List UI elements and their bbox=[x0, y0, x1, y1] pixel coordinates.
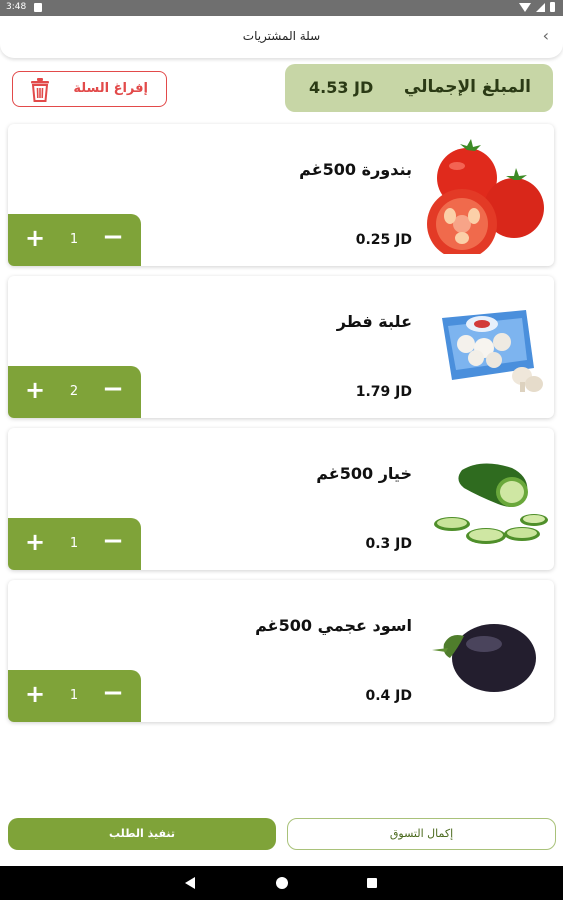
item-quantity: 1 bbox=[69, 536, 79, 551]
nav-home-icon[interactable] bbox=[276, 877, 288, 889]
empty-cart-label: إفراغ السلة bbox=[73, 81, 148, 96]
system-icons bbox=[519, 2, 555, 12]
empty-cart-button[interactable]: إفراغ السلة bbox=[12, 71, 167, 107]
continue-shopping-button[interactable]: إكمال التسوق bbox=[287, 818, 556, 850]
wifi-icon bbox=[519, 2, 531, 12]
signal-icon bbox=[536, 2, 545, 12]
trash-icon bbox=[31, 78, 49, 102]
quantity-stepper: + 1 − bbox=[8, 214, 141, 266]
tomato-image bbox=[427, 139, 544, 254]
app-header: سلة المشتريات ‹ bbox=[0, 16, 563, 58]
checkout-button[interactable]: تنفيذ الطلب bbox=[8, 818, 276, 850]
cart-item: علبة فطر 1.79 JD + 2 − bbox=[8, 276, 554, 418]
increase-qty-button[interactable]: + bbox=[22, 680, 48, 708]
increase-qty-button[interactable]: + bbox=[22, 224, 48, 252]
item-price: 1.79 JD bbox=[355, 384, 412, 400]
page-title: سلة المشتريات bbox=[242, 29, 321, 43]
cart-item: خيار 500غم 0.3 JD + 1 − bbox=[8, 428, 554, 570]
item-price: 0.3 JD bbox=[365, 536, 412, 552]
nav-recents-icon[interactable] bbox=[367, 878, 377, 888]
total-value: 4.53 JD bbox=[309, 78, 374, 97]
cart-item: بندورة 500غم 0.25 JD + 1 − bbox=[8, 124, 554, 266]
quantity-stepper: + 1 − bbox=[8, 518, 141, 570]
decrease-qty-button[interactable]: − bbox=[100, 678, 126, 708]
item-name: بندورة 500غم bbox=[299, 160, 412, 179]
item-name: خيار 500غم bbox=[316, 464, 412, 483]
mushroom-box-image bbox=[442, 310, 543, 392]
item-price: 0.25 JD bbox=[355, 232, 412, 248]
item-quantity: 1 bbox=[69, 688, 79, 703]
eggplant-image bbox=[432, 624, 536, 692]
cart-item: اسود عجمي 500غم 0.4 JD + 1 − bbox=[8, 580, 554, 722]
quantity-stepper: + 2 − bbox=[8, 366, 141, 418]
item-name: علبة فطر bbox=[336, 312, 412, 331]
total-summary: المبلغ الإجمالي 4.53 JD bbox=[285, 64, 553, 112]
total-label: المبلغ الإجمالي bbox=[403, 77, 531, 97]
back-chevron-icon[interactable]: ‹ bbox=[543, 26, 549, 45]
item-name: اسود عجمي 500غم bbox=[255, 616, 412, 635]
item-quantity: 1 bbox=[69, 232, 79, 247]
nav-back-icon[interactable] bbox=[185, 877, 195, 889]
decrease-qty-button[interactable]: − bbox=[100, 526, 126, 556]
status-bar: 3:48 bbox=[0, 0, 563, 16]
item-price: 0.4 JD bbox=[365, 688, 412, 704]
quantity-stepper: + 1 − bbox=[8, 670, 141, 722]
status-time: 3:48 bbox=[6, 2, 27, 12]
cucumber-image bbox=[434, 463, 548, 544]
increase-qty-button[interactable]: + bbox=[22, 528, 48, 556]
decrease-qty-button[interactable]: − bbox=[100, 374, 126, 404]
system-nav-bar bbox=[0, 866, 563, 900]
battery-icon bbox=[550, 2, 555, 12]
sd-card-icon bbox=[34, 3, 42, 12]
increase-qty-button[interactable]: + bbox=[22, 376, 48, 404]
item-quantity: 2 bbox=[69, 384, 79, 399]
decrease-qty-button[interactable]: − bbox=[100, 222, 126, 252]
